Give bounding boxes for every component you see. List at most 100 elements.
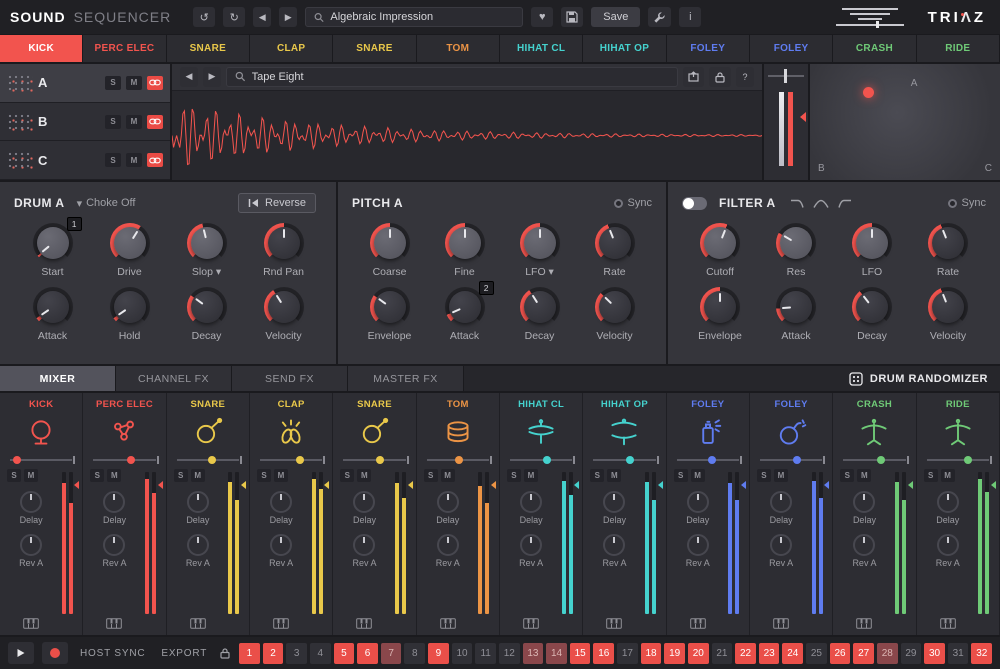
filter-knob[interactable]	[852, 223, 892, 263]
waveform-display[interactable]	[172, 91, 762, 180]
layer-row[interactable]: B S M	[0, 103, 170, 142]
slider-handle[interactable]	[208, 456, 216, 464]
mute-button[interactable]: M	[691, 469, 705, 482]
meter-marker[interactable]	[654, 481, 663, 489]
solo-button[interactable]: S	[757, 469, 771, 482]
layer-solo-button[interactable]: S	[105, 153, 121, 167]
drum-randomizer-button[interactable]: DRUM RANDOMIZER	[837, 366, 1000, 391]
slider-handle[interactable]	[626, 456, 634, 464]
drum-pad[interactable]: HIHAT CL	[500, 35, 583, 62]
meter-marker[interactable]	[487, 481, 496, 489]
slider-handle[interactable]	[877, 456, 885, 464]
drum-pad[interactable]: PERC ELEC	[83, 35, 166, 62]
preset-search[interactable]	[305, 7, 523, 27]
step-cell[interactable]: 28	[877, 643, 898, 664]
solo-button[interactable]: S	[7, 469, 21, 482]
step-cell[interactable]: 2	[263, 643, 284, 664]
save-icon-button[interactable]	[561, 7, 583, 27]
filter-knob[interactable]	[928, 223, 968, 263]
filter-knob[interactable]	[700, 223, 740, 263]
reverb-send-knob[interactable]	[187, 534, 209, 556]
sample-search[interactable]	[226, 67, 678, 87]
pitch-sync-toggle[interactable]: Sync	[614, 197, 652, 209]
mute-button[interactable]: M	[857, 469, 871, 482]
step-cell[interactable]: 21	[712, 643, 733, 664]
step-cell[interactable]: 25	[806, 643, 827, 664]
layer-row[interactable]: C S M	[0, 141, 170, 180]
meter-marker[interactable]	[320, 481, 329, 489]
step-cell[interactable]: 11	[475, 643, 496, 664]
step-cell[interactable]: 24	[782, 643, 803, 664]
sample-search-input[interactable]	[252, 71, 669, 83]
step-cell[interactable]: 31	[948, 643, 969, 664]
meter-marker[interactable]	[904, 481, 913, 489]
reverb-send-knob[interactable]	[20, 534, 42, 556]
pitch-knob[interactable]	[520, 287, 560, 327]
host-sync-button[interactable]: HOST SYNC	[76, 648, 149, 659]
next-sample-button[interactable]: ▶	[203, 67, 221, 87]
step-cell[interactable]: 26	[830, 643, 851, 664]
pitch-knob[interactable]	[595, 287, 635, 327]
keyboard-icon[interactable]	[773, 618, 789, 629]
layer-row[interactable]: A S M	[0, 64, 170, 103]
step-cell[interactable]: 12	[499, 643, 520, 664]
drum-knob[interactable]	[264, 287, 304, 327]
meter-marker[interactable]	[154, 481, 163, 489]
channel-volume-slider[interactable]	[260, 454, 322, 466]
solo-button[interactable]: S	[507, 469, 521, 482]
channel-volume-slider[interactable]	[343, 454, 405, 466]
step-cell[interactable]: 13	[523, 643, 544, 664]
slider-handle[interactable]	[543, 456, 551, 464]
reverse-button[interactable]: Reverse	[238, 193, 316, 213]
filter-type-selector[interactable]	[790, 198, 852, 209]
prev-sample-button[interactable]: ◀	[180, 67, 198, 87]
info-button[interactable]: i	[679, 7, 701, 27]
drum-pad[interactable]: KICK	[0, 35, 83, 62]
redo-button[interactable]: ↻	[223, 7, 245, 27]
drum-knob[interactable]	[110, 223, 150, 263]
save-button[interactable]: Save	[591, 7, 640, 27]
choke-dropdown[interactable]: ▾ Choke Off	[77, 197, 136, 210]
solo-button[interactable]: S	[424, 469, 438, 482]
step-cell[interactable]: 27	[853, 643, 874, 664]
slider-handle[interactable]	[964, 456, 972, 464]
step-cell[interactable]: 1	[239, 643, 260, 664]
drum-pad[interactable]: HIHAT OP	[583, 35, 666, 62]
layer-mute-button[interactable]: M	[126, 115, 142, 129]
delay-send-knob[interactable]	[437, 491, 459, 513]
drum-pad[interactable]: RIDE	[917, 35, 1000, 62]
step-cell[interactable]: 9	[428, 643, 449, 664]
drum-pad[interactable]: CRASH	[833, 35, 916, 62]
mute-button[interactable]: M	[607, 469, 621, 482]
keyboard-icon[interactable]	[856, 618, 872, 629]
layer-mute-button[interactable]: M	[126, 76, 142, 90]
record-button[interactable]	[42, 642, 68, 664]
mute-button[interactable]: M	[107, 469, 121, 482]
keyboard-icon[interactable]	[190, 618, 206, 629]
keyboard-icon[interactable]	[690, 618, 706, 629]
sample-export-button[interactable]	[683, 67, 704, 87]
slider-handle[interactable]	[296, 456, 304, 464]
step-cell[interactable]: 19	[664, 643, 685, 664]
channel-volume-slider[interactable]	[10, 454, 72, 466]
slider-handle[interactable]	[13, 456, 21, 464]
filter-knob[interactable]	[776, 223, 816, 263]
solo-button[interactable]: S	[590, 469, 604, 482]
pitch-knob[interactable]	[595, 223, 635, 263]
undo-button[interactable]: ↺	[193, 7, 215, 27]
drum-pad[interactable]: SNARE	[333, 35, 416, 62]
delay-send-knob[interactable]	[353, 491, 375, 513]
reverb-send-knob[interactable]	[937, 534, 959, 556]
meter-marker[interactable]	[737, 481, 746, 489]
settings-wrench-button[interactable]	[648, 7, 671, 27]
meter-marker[interactable]	[987, 481, 996, 489]
step-cell[interactable]: 15	[570, 643, 591, 664]
slider-handle[interactable]	[455, 456, 463, 464]
keyboard-icon[interactable]	[606, 618, 622, 629]
channel-volume-slider[interactable]	[93, 454, 155, 466]
reverb-send-knob[interactable]	[603, 534, 625, 556]
drum-pad[interactable]: CLAP	[250, 35, 333, 62]
favorite-button[interactable]: ♥	[531, 7, 553, 27]
drum-knob[interactable]	[33, 287, 73, 327]
layer-link-button[interactable]	[147, 76, 163, 90]
